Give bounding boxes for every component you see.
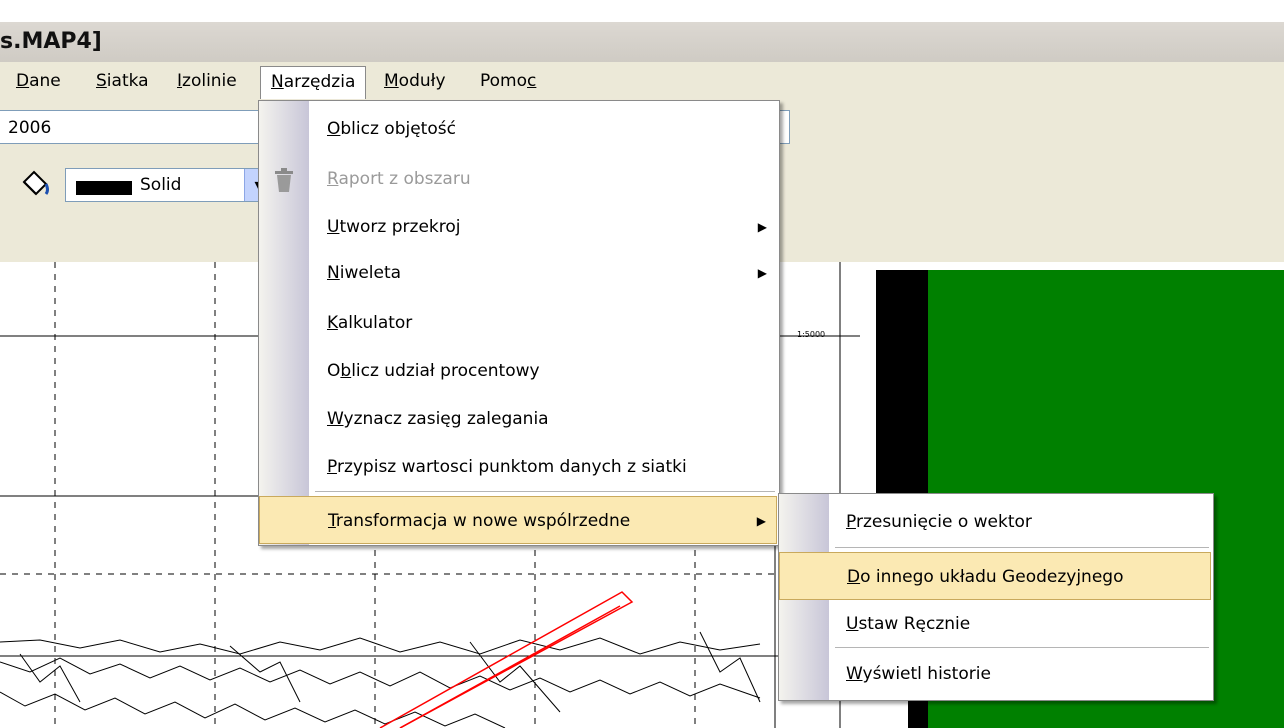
title-bar: s.MAP4] <box>0 0 1284 62</box>
narzedzia-dropdown: Oblicz objętość Raport z obszaru Utworz … <box>258 100 780 546</box>
trash-icon <box>275 168 293 192</box>
submenu-item-przesuniecie[interactable]: Przesunięcie o wektor <box>779 498 1211 546</box>
menu-pomoc[interactable]: Pomoc <box>470 66 546 96</box>
menu-item-transformacja[interactable]: Transformacja w nowe wspólrzedne ▶ <box>259 496 777 544</box>
menu-item-oblicz-objetosc[interactable]: Oblicz objętość <box>259 105 777 153</box>
menu-item-wyznacz-zasieg[interactable]: Wyznacz zasięg zalegania <box>259 395 777 443</box>
menu-bar: Dane Siatka Izolinie Narzędzia Moduły Po… <box>0 62 1284 101</box>
map-scale-label: 1:5000 <box>797 330 826 339</box>
transformacja-submenu: Przesunięcie o wektor Do innego układu G… <box>778 493 1214 701</box>
map-black-bar <box>876 270 928 500</box>
menu-item-oblicz-udzial[interactable]: Oblicz udział procentowy <box>259 347 777 395</box>
submenu-arrow-icon: ▶ <box>757 220 767 234</box>
submenu-separator <box>835 547 1209 548</box>
menu-item-kalkulator[interactable]: Kalkulator <box>259 299 777 347</box>
line-style-value: Solid <box>140 175 182 195</box>
paint-bucket-icon[interactable] <box>16 168 50 200</box>
submenu-arrow-icon: ▶ <box>756 514 766 528</box>
menu-item-niweleta[interactable]: Niweleta ▶ <box>259 249 777 297</box>
menu-izolinie[interactable]: Izolinie <box>167 66 247 96</box>
menu-siatka[interactable]: Siatka <box>86 66 159 96</box>
line-style-swatch <box>76 181 132 195</box>
submenu-item-ustaw-recznie[interactable]: Ustaw Ręcznie <box>779 600 1211 648</box>
window-title: s.MAP4] <box>0 22 1284 62</box>
menu-narzedzia[interactable]: Narzędzia <box>260 66 367 99</box>
menu-dane[interactable]: Dane <box>6 66 71 96</box>
menu-item-utworz-przekroj[interactable]: Utworz przekroj ▶ <box>259 203 777 251</box>
submenu-separator <box>835 647 1209 648</box>
menu-item-przypisz-wartosci[interactable]: Przypisz wartosci punktom danych z siatk… <box>259 443 777 491</box>
menu-separator <box>315 491 775 492</box>
line-style-select[interactable]: Solid ▾ <box>65 168 271 202</box>
title-bar-top-strip <box>0 0 1284 22</box>
menu-moduly[interactable]: Moduły <box>374 66 456 96</box>
submenu-item-wyswietl-historie[interactable]: Wyświetl historie <box>779 650 1211 698</box>
submenu-arrow-icon: ▶ <box>757 266 767 280</box>
submenu-item-do-innego-ukladu[interactable]: Do innego układu Geodezyjnego <box>779 552 1211 600</box>
menu-item-raport-z-obszaru[interactable]: Raport z obszaru <box>259 155 777 203</box>
